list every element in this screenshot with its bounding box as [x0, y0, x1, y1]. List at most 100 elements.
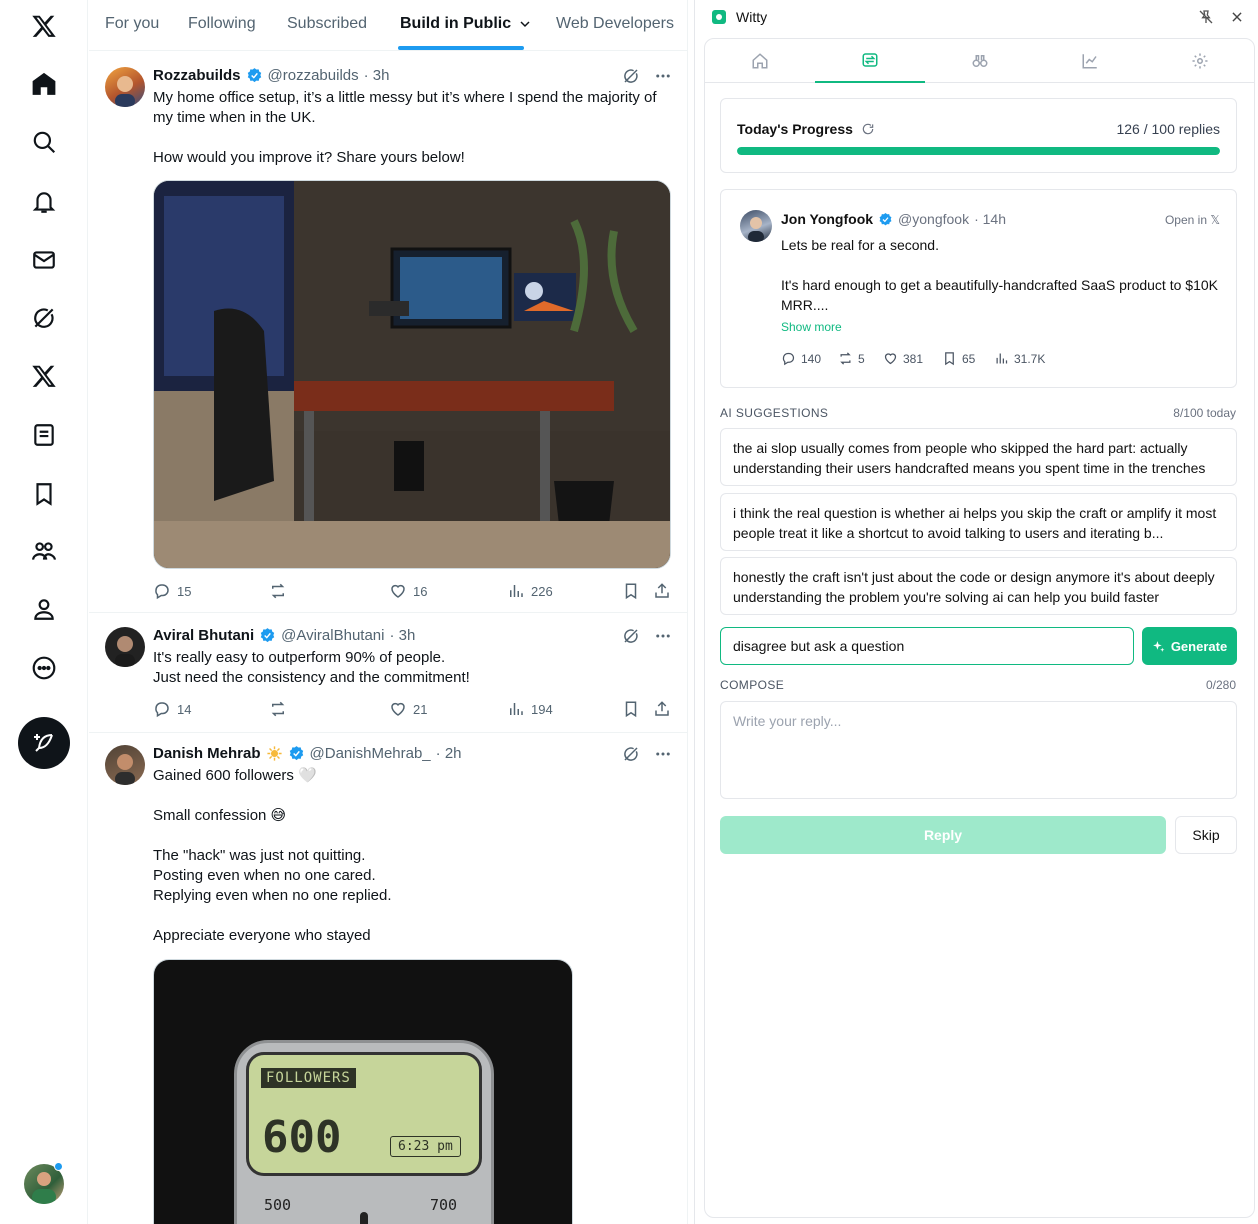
tab-web-developers[interactable]: Web Developers [556, 15, 674, 33]
target-tweet-card: Jon Yongfook @yongfook · 14h Open in 𝕏 L… [720, 189, 1237, 388]
tab-analytics[interactable] [1035, 39, 1145, 83]
heart-icon [391, 584, 405, 598]
post-time[interactable]: · 3h [364, 67, 390, 84]
home-icon[interactable] [24, 64, 64, 104]
author-handle[interactable]: @AviralBhutani [281, 627, 384, 644]
author-name[interactable]: Rozzabuilds [153, 67, 241, 84]
skip-button[interactable]: Skip [1175, 816, 1237, 854]
tab-settings[interactable] [1145, 39, 1255, 83]
post-time[interactable]: · 2h [436, 745, 462, 762]
share-button[interactable] [653, 582, 671, 600]
search-icon[interactable] [24, 122, 64, 162]
reply-icon [155, 702, 169, 718]
reply-button[interactable]: Reply [720, 816, 1166, 854]
post-text: My home office setup, it’s a little mess… [153, 89, 657, 166]
post-text: Gained 600 followers 🤍 Small confession … [153, 767, 392, 944]
device-clock: 6:23 pm [390, 1136, 461, 1157]
sparkle-icon [1152, 640, 1165, 652]
profile-icon[interactable] [24, 589, 64, 629]
reply-button[interactable]: 14 [153, 700, 191, 718]
reply-icon [155, 584, 169, 600]
show-more-link[interactable]: Show more [781, 320, 842, 334]
repost-count: 5 [858, 351, 865, 366]
device-scale-left: 500 [264, 1196, 292, 1214]
tab-build-in-public[interactable]: Build in Public [400, 15, 533, 33]
author-handle: @yongfook [898, 211, 970, 227]
more-options-icon[interactable] [654, 67, 672, 85]
views-button[interactable]: 226 [507, 582, 553, 600]
mail-icon[interactable] [24, 240, 64, 280]
grok-icon[interactable] [622, 67, 640, 85]
progress-label: Today's Progress [737, 121, 875, 137]
generate-button[interactable]: Generate [1142, 627, 1237, 665]
tab-following[interactable]: Following [188, 15, 256, 33]
more-icon[interactable] [24, 648, 64, 688]
compose-post-button[interactable] [18, 717, 70, 769]
author-name[interactable]: Danish Mehrab [153, 745, 261, 762]
share-button[interactable] [653, 700, 671, 718]
post-menu [622, 67, 672, 85]
bookmark-icon[interactable] [24, 474, 64, 514]
post-image[interactable] [153, 180, 671, 569]
verified-badge-icon [879, 212, 892, 225]
x-logo-icon[interactable] [24, 6, 64, 46]
avatar[interactable] [105, 745, 145, 785]
post[interactable]: Danish Mehrab @DanishMehrab_ · 2h Gained… [89, 734, 687, 1224]
grok-icon[interactable] [622, 627, 640, 645]
close-icon[interactable] [1230, 10, 1244, 24]
device-label: FOLLOWERS [261, 1068, 356, 1088]
reply-button[interactable]: 15 [153, 582, 191, 600]
unpin-icon[interactable] [1198, 9, 1214, 25]
progress-count: 126 / 100 replies [1116, 121, 1220, 137]
tone-prompt-input[interactable] [720, 627, 1134, 665]
suggestion-text: the ai slop usually comes from people wh… [733, 440, 1206, 476]
reply-count: 15 [177, 583, 192, 599]
refresh-icon[interactable] [861, 122, 875, 136]
post[interactable]: Rozzabuilds @rozzabuilds · 3h My home of… [89, 52, 687, 613]
tab-for-you[interactable]: For you [105, 15, 159, 33]
suggestion-item[interactable]: the ai slop usually comes from people wh… [720, 428, 1237, 486]
chevron-down-icon [520, 21, 530, 28]
compose-textarea[interactable] [720, 701, 1237, 799]
tweet-time: · 14h [974, 211, 1007, 227]
author-handle[interactable]: @DanishMehrab_ [310, 745, 431, 762]
timeline-tabs: For you Following Subscribed Build in Pu… [89, 0, 687, 51]
post[interactable]: Aviral Bhutani @AviralBhutani · 3h It's … [89, 614, 687, 733]
repost-icon [271, 701, 285, 717]
avatar[interactable] [105, 627, 145, 667]
author-name[interactable]: Aviral Bhutani [153, 627, 254, 644]
suggestion-item[interactable]: honestly the craft isn't just about the … [720, 557, 1237, 615]
tab-home[interactable] [705, 39, 815, 83]
bookmark-button[interactable] [622, 700, 640, 718]
author-handle[interactable]: @rozzabuilds [268, 67, 359, 84]
bell-icon[interactable] [24, 182, 64, 222]
tab-reply[interactable] [815, 39, 925, 83]
repost-button[interactable] [269, 700, 287, 718]
post-image[interactable]: FOLLOWERS 600 6:23 pm 500 700 [153, 959, 573, 1224]
grok-icon[interactable] [24, 298, 64, 338]
verified-badge-icon [247, 68, 261, 83]
tab-discover[interactable] [925, 39, 1035, 83]
x-premium-icon[interactable] [24, 356, 64, 396]
left-nav [0, 0, 88, 1224]
more-options-icon[interactable] [654, 745, 672, 763]
tab-subscribed[interactable]: Subscribed [287, 15, 367, 33]
grok-icon[interactable] [622, 745, 640, 763]
post-menu [622, 627, 672, 645]
witty-extension: Witty Today's Progress 126 / 100 replies… [694, 0, 1258, 1224]
post-text: It's really easy to outperform 90% of pe… [153, 649, 470, 686]
like-button[interactable]: 16 [389, 582, 427, 600]
device-needle [360, 1212, 368, 1224]
bookmark-button[interactable] [622, 582, 640, 600]
repost-button[interactable] [269, 582, 287, 600]
suggestion-item[interactable]: i think the real question is whether ai … [720, 493, 1237, 551]
open-in-x-link[interactable]: Open in 𝕏 [1165, 213, 1220, 227]
communities-icon[interactable] [24, 531, 64, 571]
post-time[interactable]: · 3h [389, 627, 415, 644]
avatar[interactable] [105, 67, 145, 107]
views-button[interactable]: 194 [507, 700, 553, 718]
like-button[interactable]: 21 [389, 700, 427, 718]
lists-icon[interactable] [24, 415, 64, 455]
more-options-icon[interactable] [654, 627, 672, 645]
notification-dot [54, 1162, 63, 1171]
